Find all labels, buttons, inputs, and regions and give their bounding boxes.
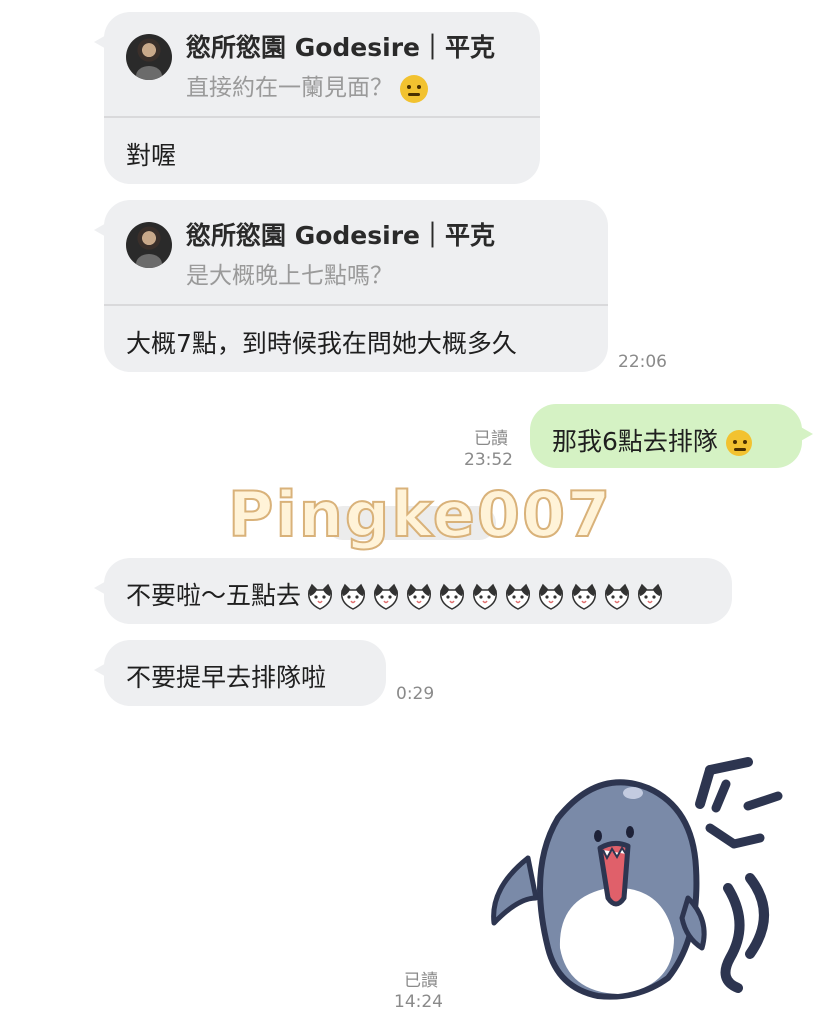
message-time: 23:52 xyxy=(464,450,513,470)
rolling-laughing-icon xyxy=(725,430,752,456)
quote-text: 是大概晚上七點嗎？ xyxy=(186,263,393,289)
quote-text-content: 直接約在一蘭見面？ xyxy=(186,75,393,101)
read-receipt: 已讀 xyxy=(404,971,438,991)
message-bubble-2[interactable]: 慾所慾園 Godesire｜平克 是大概晚上七點嗎？ 大概7點，到時候我在問她大… xyxy=(94,200,608,372)
cat-face-icon xyxy=(605,583,630,610)
message-bubble-1[interactable]: 慾所慾園 Godesire｜平克 直接約在一蘭見面？ 對喔 xyxy=(94,12,540,184)
cat-face-icon xyxy=(374,583,399,610)
cat-face-icon xyxy=(407,583,432,610)
reply-quote[interactable]: 慾所慾園 Godesire｜平克 直接約在一蘭見面？ xyxy=(104,12,540,118)
message-bubble-5[interactable]: 不要提早去排隊啦 xyxy=(94,640,386,706)
message-bubble-4[interactable]: 不要啦～五點去 xyxy=(94,558,732,624)
message-text: 不要啦～五點去 xyxy=(126,576,664,612)
message-text: 那我6點去排隊 xyxy=(552,422,752,458)
message-time: 0:29 xyxy=(396,684,435,704)
cat-face-icon xyxy=(440,583,465,610)
watermark-text: Pingke007 xyxy=(227,477,613,552)
message-text-content: 不要啦～五點去 xyxy=(126,581,302,610)
cat-face-icon xyxy=(308,583,333,610)
cat-face-icon xyxy=(341,583,366,610)
shark-sticker[interactable] xyxy=(488,748,788,1004)
cat-face-icon xyxy=(638,583,663,610)
neutral-face-icon xyxy=(400,74,429,103)
message-time: 22:06 xyxy=(618,352,667,372)
cat-face-icon xyxy=(572,583,597,610)
cat-face-icon xyxy=(539,583,564,610)
avatar xyxy=(126,222,172,268)
cat-face-icon xyxy=(506,583,531,610)
reply-quote[interactable]: 慾所慾園 Godesire｜平克 是大概晚上七點嗎？ xyxy=(104,200,608,306)
quote-text: 直接約在一蘭見面？ xyxy=(186,68,429,103)
message-text: 對喔 xyxy=(126,141,177,170)
quote-sender-name: 慾所慾園 Godesire｜平克 xyxy=(186,221,495,250)
read-receipt: 已讀 xyxy=(474,429,508,449)
avatar xyxy=(126,34,172,80)
message-time: 14:24 xyxy=(394,992,443,1012)
message-text: 大概7點，到時候我在問她大概多久 xyxy=(126,329,517,358)
cat-face-icon xyxy=(473,583,498,610)
message-bubble-3[interactable]: 那我6點去排隊 xyxy=(530,404,813,468)
message-text: 不要提早去排隊啦 xyxy=(126,663,327,692)
cat-emoji-row xyxy=(301,581,664,610)
quote-sender-name: 慾所慾園 Godesire｜平克 xyxy=(186,33,495,62)
message-text-content: 那我6點去排隊 xyxy=(552,427,718,456)
